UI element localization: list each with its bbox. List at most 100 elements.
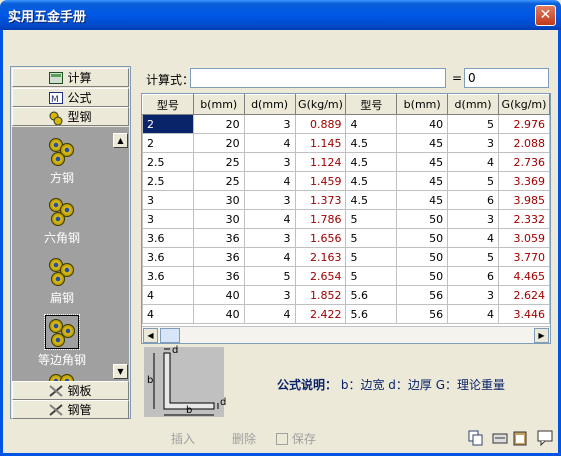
table-cell[interactable]: 2.5 [142, 171, 194, 191]
result-field[interactable]: 0 [464, 68, 549, 88]
nav-item-section-steel[interactable]: 型钢 [12, 107, 129, 126]
table-cell[interactable]: 4 [243, 133, 296, 153]
insert-button[interactable]: 插入 [171, 430, 195, 447]
table-cell[interactable]: 40 [192, 285, 245, 305]
scroll-down-button[interactable]: ▼ [113, 364, 128, 379]
table-cell[interactable]: 3.6 [142, 266, 194, 286]
column-header[interactable]: G(kg/m) [294, 94, 347, 115]
scroll-left-button[interactable]: ◀ [143, 328, 158, 343]
table-row[interactable]: 4 40 3 1.852 5.6 56 3 2.624 [142, 285, 550, 305]
table-cell[interactable]: 1.656 [294, 228, 347, 248]
table-row[interactable]: 3.6 36 5 2.654 5 50 6 4.465 [142, 266, 550, 286]
table-cell[interactable]: 4 [447, 304, 499, 324]
table-cell[interactable]: 36 [192, 266, 245, 286]
column-header[interactable]: b(mm) [192, 94, 245, 115]
delete-button[interactable]: 删除 [232, 430, 256, 447]
table-cell[interactable]: 25 [192, 152, 245, 172]
table-cell[interactable]: 25 [192, 171, 245, 191]
table-cell[interactable]: 4.5 [345, 133, 398, 153]
list-item-square-steel[interactable]: 方钢 [12, 137, 112, 186]
column-header[interactable]: 型号 [345, 94, 398, 115]
table-cell[interactable]: 5 [345, 228, 398, 248]
table-cell[interactable]: 5 [345, 247, 398, 267]
table-cell[interactable]: 2.736 [497, 152, 550, 172]
table-cell[interactable]: 45 [396, 190, 449, 210]
table-cell[interactable]: 3 [447, 285, 499, 305]
table-row[interactable]: 3 30 4 1.786 5 50 3 2.332 [142, 209, 550, 229]
table-row[interactable]: 2.5 25 4 1.459 4.5 45 5 3.369 [142, 171, 550, 191]
message-icon[interactable] [537, 430, 553, 447]
table-cell[interactable]: 20 [192, 133, 245, 153]
table-cell[interactable]: 4 [345, 114, 398, 134]
list-item-equal-angle-steel[interactable]: 等边角钢 [12, 314, 112, 368]
table-cell[interactable]: 3 [243, 114, 296, 134]
table-cell[interactable]: 2 [142, 133, 194, 153]
table-cell[interactable]: 5 [447, 247, 499, 267]
save-button[interactable]: 保存 [276, 430, 316, 447]
table-cell[interactable]: 0.889 [294, 114, 347, 134]
nav-item-calculate[interactable]: 计算 [12, 68, 129, 87]
table-row[interactable]: 4 40 4 2.422 5.6 56 4 3.446 [142, 304, 550, 324]
table-cell[interactable]: 1.145 [294, 133, 347, 153]
table-cell[interactable]: 50 [396, 228, 449, 248]
list-item-flat-steel[interactable]: 扁钢 [12, 257, 112, 306]
table-cell[interactable]: 5 [345, 266, 398, 286]
copy-icon[interactable] [468, 430, 484, 446]
table-cell[interactable]: 40 [396, 114, 449, 134]
table-cell[interactable]: 36 [192, 228, 245, 248]
table-cell[interactable]: 3 [243, 152, 296, 172]
scroll-right-button[interactable]: ▶ [534, 328, 549, 343]
scroll-thumb[interactable] [160, 328, 180, 343]
horizontal-scrollbar[interactable]: ◀ ▶ [142, 326, 550, 343]
table-cell[interactable]: 4 [142, 285, 194, 305]
table-row[interactable]: 2 20 3 0.889 4 40 5 2.976 [142, 114, 550, 134]
column-header[interactable]: b(mm) [396, 94, 449, 115]
table-row[interactable]: 3.6 36 3 1.656 5 50 4 3.059 [142, 228, 550, 248]
table-cell[interactable]: 30 [192, 209, 245, 229]
table-cell[interactable]: 4 [243, 209, 296, 229]
table-cell[interactable]: 4 [447, 152, 499, 172]
table-cell[interactable]: 4.5 [345, 190, 398, 210]
table-cell[interactable]: 1.124 [294, 152, 347, 172]
column-header[interactable]: 型号 [142, 94, 194, 115]
table-cell[interactable]: 3 [243, 190, 296, 210]
table-cell[interactable]: 4 [447, 228, 499, 248]
formula-input[interactable] [190, 68, 446, 88]
table-cell[interactable]: 2.5 [142, 152, 194, 172]
table-cell[interactable]: 4.5 [345, 171, 398, 191]
table-cell[interactable]: 5.6 [345, 304, 398, 324]
table-cell[interactable]: 2.624 [497, 285, 550, 305]
table-cell[interactable]: 5.6 [345, 285, 398, 305]
table-cell[interactable]: 45 [396, 171, 449, 191]
table-cell[interactable]: 4 [142, 304, 194, 324]
close-button[interactable]: ✕ [535, 5, 556, 26]
table-cell[interactable]: 30 [192, 190, 245, 210]
table-cell[interactable]: 45 [396, 133, 449, 153]
table-cell[interactable]: 3.059 [497, 228, 550, 248]
table-cell[interactable]: 50 [396, 266, 449, 286]
table-cell[interactable]: 1.852 [294, 285, 347, 305]
scroll-up-button[interactable]: ▲ [113, 133, 128, 148]
table-cell[interactable]: 4.465 [497, 266, 550, 286]
table-cell[interactable]: 3 [243, 228, 296, 248]
table-cell[interactable]: 3.985 [497, 190, 550, 210]
nav-item-formula[interactable]: M 公式 [12, 88, 129, 107]
table-row[interactable]: 3.6 36 4 2.163 5 50 5 3.770 [142, 247, 550, 267]
table-cell[interactable]: 1.786 [294, 209, 347, 229]
column-header[interactable]: G(kg/m) [497, 94, 550, 115]
table-cell[interactable]: 4 [243, 304, 296, 324]
table-cell[interactable]: 3 [447, 133, 499, 153]
table-cell[interactable]: 2.422 [294, 304, 347, 324]
keyboard-icon[interactable] [492, 430, 508, 446]
table-cell[interactable]: 36 [192, 247, 245, 267]
table-cell[interactable]: 3 [447, 209, 499, 229]
table-cell[interactable]: 4 [243, 247, 296, 267]
table-cell[interactable]: 3.446 [497, 304, 550, 324]
table-cell[interactable]: 3.6 [142, 228, 194, 248]
table-row[interactable]: 2 20 4 1.145 4.5 45 3 2.088 [142, 133, 550, 153]
table-cell[interactable]: 40 [192, 304, 245, 324]
table-cell[interactable]: 3.369 [497, 171, 550, 191]
clipboard-icon[interactable] [512, 430, 528, 446]
table-cell[interactable]: 5 [243, 266, 296, 286]
table-cell[interactable]: 3 [142, 209, 194, 229]
